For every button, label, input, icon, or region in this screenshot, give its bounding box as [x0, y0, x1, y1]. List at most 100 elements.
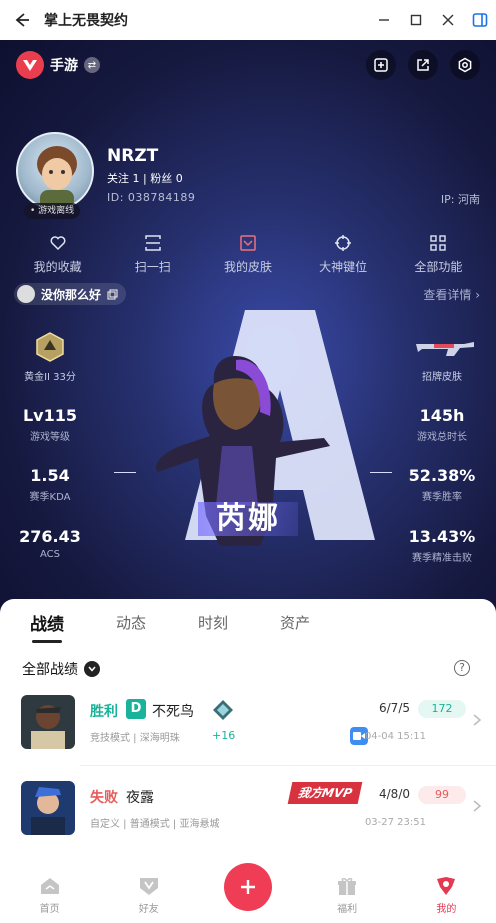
nav-label: 我的 — [436, 904, 457, 915]
record-filter-label: 全部战绩 — [22, 662, 78, 678]
crosshair-icon — [335, 235, 352, 251]
rank-diamond-icon — [213, 700, 233, 720]
match-result: 失败 — [90, 790, 118, 806]
tab-assets[interactable]: 资产 — [280, 612, 310, 633]
match-score: 172 — [418, 700, 466, 718]
stat-label: 赛季精准击败 — [412, 553, 472, 564]
share-button[interactable] — [408, 50, 438, 80]
quick-action-keybinds[interactable]: 大神键位 — [303, 234, 383, 275]
nav-home[interactable]: 首页 — [20, 876, 80, 915]
nav-create[interactable] — [218, 863, 278, 915]
bottom-navigation: 首页 好友 福利 我的 — [0, 861, 496, 923]
view-details-link[interactable]: 查看详情 › — [423, 286, 480, 303]
nav-label: 首页 — [39, 904, 60, 915]
stat-kda: 1.54 赛季KDA — [10, 466, 90, 503]
quick-action-scan[interactable]: 扫一扫 — [113, 234, 193, 275]
settings-button[interactable] — [450, 50, 480, 80]
stat-value: 1.54 — [30, 466, 70, 485]
nav-friends[interactable]: 好友 — [119, 876, 179, 915]
plus-icon — [223, 863, 272, 911]
close-button[interactable] — [432, 0, 464, 40]
skin-icon — [240, 235, 256, 251]
share-card-button[interactable] — [366, 50, 396, 80]
avatar[interactable] — [16, 132, 94, 210]
sidebar-icon — [472, 13, 488, 27]
nav-label: 福利 — [337, 904, 358, 915]
match-mode: 竞技模式 | 深海明珠 — [90, 733, 180, 744]
signature-text: 没你那么好 — [41, 287, 102, 302]
gear-icon — [458, 57, 472, 73]
divider-left — [114, 472, 136, 473]
back-arrow-icon — [15, 13, 29, 27]
nav-me[interactable]: 我的 — [416, 876, 476, 915]
follow-stats[interactable]: 关注 1 | 粉丝 0 — [107, 170, 183, 186]
quick-action-all[interactable]: 全部功能 — [398, 234, 478, 275]
stat-headshot: 13.43% 赛季精准击败 — [396, 527, 488, 564]
tab-moments[interactable]: 时刻 — [198, 612, 228, 633]
stat-label: 游戏等级 — [30, 432, 70, 443]
match-agent-name: 不死鸟 — [152, 704, 194, 720]
add-card-icon — [374, 58, 388, 72]
tab-records[interactable]: 战绩 — [30, 610, 64, 643]
quick-action-favorites[interactable]: 我的收藏 — [18, 234, 98, 275]
quick-action-label: 我的收藏 — [33, 260, 82, 274]
quick-action-label: 我的皮肤 — [223, 260, 272, 274]
weapon-skin-icon — [416, 342, 474, 356]
copy-icon — [107, 288, 118, 300]
nav-rewards[interactable]: 福利 — [317, 876, 377, 915]
scan-icon — [145, 235, 161, 251]
stat-level: Lv115 游戏等级 — [10, 406, 90, 443]
tab-bar: 战绩 动态 时刻 资产 — [0, 599, 496, 645]
record-filter-dropdown[interactable]: 全部战绩 — [22, 659, 100, 679]
rr-change: +16 — [212, 729, 236, 742]
online-status-badge: • 游戏离线 — [24, 203, 81, 219]
close-icon — [442, 14, 454, 26]
match-grade-badge: D — [126, 699, 146, 719]
agent-thumbnail — [21, 695, 75, 749]
divider-right — [370, 472, 392, 473]
minimize-icon — [379, 19, 389, 21]
swap-icon: ⇄ — [84, 57, 100, 73]
game-switcher[interactable]: 手游 ⇄ — [16, 51, 100, 79]
share-icon — [417, 59, 429, 71]
title-bar: 掌上无畏契约 — [0, 0, 496, 40]
maximize-icon — [410, 14, 422, 26]
quick-action-skins[interactable]: 我的皮肤 — [208, 234, 288, 275]
sidebar-toggle-button[interactable] — [464, 0, 496, 40]
quick-action-label: 大神键位 — [319, 260, 368, 274]
signature-avatar — [17, 285, 35, 303]
stat-value: 52.38% — [408, 466, 476, 485]
chevron-right-icon — [473, 714, 482, 726]
match-row[interactable]: 胜利 D 不死鸟 +16 竞技模式 | 深海明珠 6/7/5 172 04-04… — [0, 693, 496, 775]
stat-value: 276.43 — [19, 527, 81, 546]
quick-action-label: 全部功能 — [414, 260, 463, 274]
help-icon[interactable]: ? — [454, 660, 470, 676]
signature-chip[interactable]: 没你那么好 — [14, 283, 127, 305]
stat-label: 赛季KDA — [29, 492, 71, 503]
skin-label: 招牌皮肤 — [422, 372, 462, 383]
chevron-right-icon — [473, 800, 482, 812]
match-row[interactable]: 失败 夜露 我方MVP 自定义 | 普通模式 | 亚海悬城 4/8/0 99 0… — [0, 779, 496, 861]
window-title: 掌上无畏契约 — [44, 13, 128, 29]
game-name: 手游 — [50, 58, 78, 74]
match-time: 04-04 15:11 — [364, 731, 426, 742]
row-divider — [80, 765, 496, 766]
gift-icon — [338, 877, 357, 895]
home-icon — [40, 878, 59, 894]
minimize-button[interactable] — [368, 0, 400, 40]
ip-location: IP: 河南 — [440, 193, 480, 206]
agent-thumbnail — [21, 781, 75, 835]
mvp-badge: 我方MVP — [287, 782, 363, 804]
match-kda: 6/7/5 — [379, 701, 410, 715]
match-score: 99 — [418, 786, 466, 804]
maximize-button[interactable] — [400, 0, 432, 40]
chevron-down-icon — [84, 661, 100, 677]
stat-value: Lv115 — [22, 406, 78, 425]
back-button[interactable] — [0, 0, 44, 40]
chevron-right-icon: › — [475, 288, 480, 302]
match-agent-name: 夜露 — [126, 790, 154, 806]
quick-actions: 我的收藏 扫一扫 我的皮肤 大神键位 全部功能 — [0, 234, 496, 275]
match-kda: 4/8/0 — [379, 787, 410, 801]
friends-icon — [139, 878, 158, 895]
tab-feed[interactable]: 动态 — [116, 612, 146, 633]
